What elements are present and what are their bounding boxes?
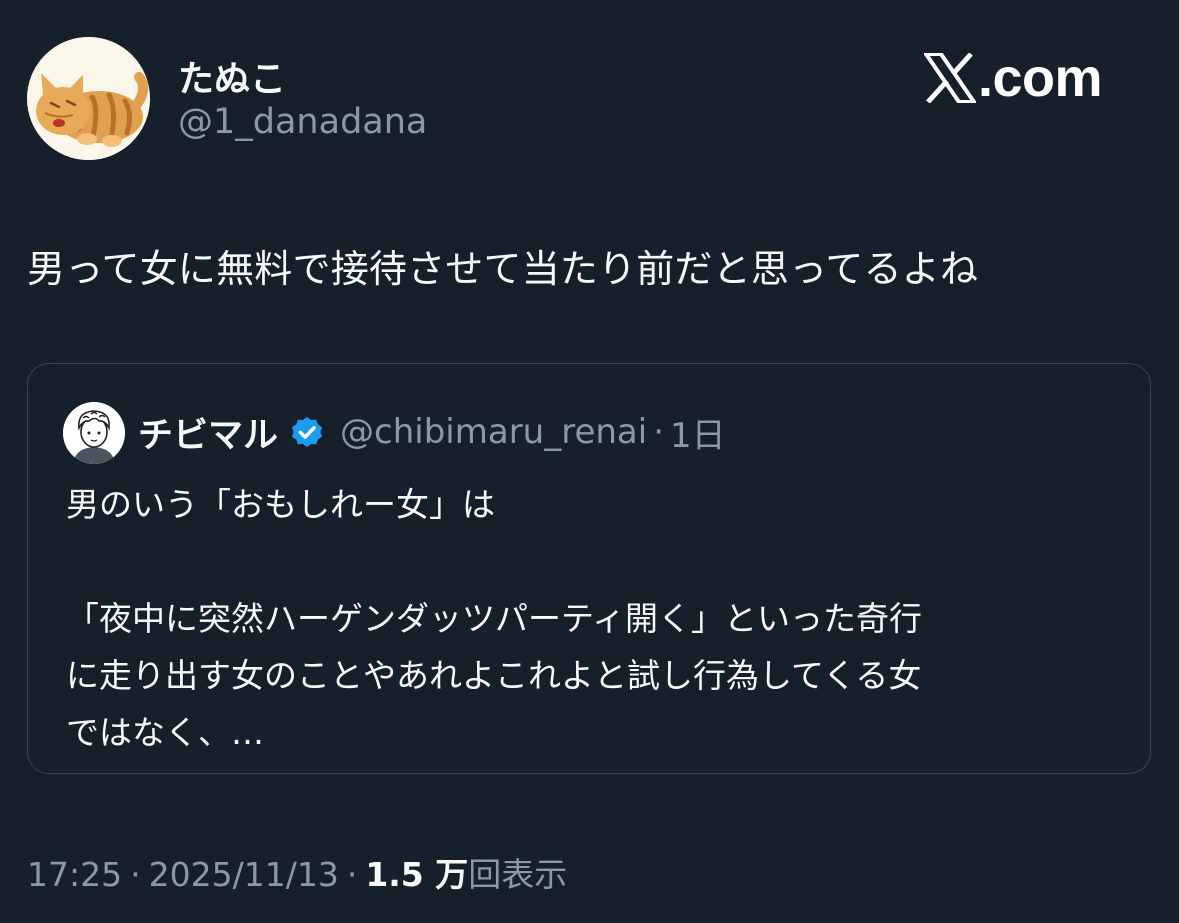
quote-timestamp[interactable]: 1日 — [670, 408, 726, 457]
quoted-tweet-card[interactable]: チビマル @chibimaru_renai · 1日 男のいう「おもしれー女」は… — [27, 363, 1151, 774]
quote-line: 男のいう「おもしれー女」は — [66, 485, 495, 524]
quote-header: チビマル @chibimaru_renai · 1日 — [138, 406, 726, 458]
quote-line: ではなく、… — [66, 713, 264, 752]
tweet-time[interactable]: 17:25 — [27, 855, 122, 894]
author-avatar[interactable] — [27, 37, 150, 160]
view-count: 1.5 万 — [365, 855, 469, 894]
view-count-label: 回表示 — [468, 855, 568, 894]
x-brand-watermark: .com — [924, 46, 1103, 110]
cat-avatar-icon — [27, 37, 150, 160]
quote-author-name[interactable]: チビマル — [138, 407, 278, 458]
cartoon-person-avatar-icon — [63, 402, 125, 464]
quote-line: 「夜中に突然ハーゲンダッツパーティ開く」といった奇行 — [66, 599, 923, 638]
verified-badge-icon — [291, 416, 323, 448]
quote-paragraph-gap — [66, 533, 1126, 590]
meta-separator: · — [130, 855, 141, 894]
tweet-text: 男って女に無料で接待させて当たり前だと思ってるよね — [27, 247, 979, 291]
tweet-date[interactable]: 2025/11/13 — [149, 855, 339, 894]
author-handle[interactable]: @1_danadana — [178, 102, 427, 142]
x-logo-icon — [924, 53, 976, 103]
quote-author-avatar[interactable] — [63, 402, 125, 464]
brand-domain-text: .com — [978, 48, 1103, 108]
quote-author-handle[interactable]: @chibimaru_renai — [340, 412, 647, 452]
quote-separator: · — [653, 412, 665, 452]
author-display-name[interactable]: たぬこ — [178, 50, 286, 102]
tweet-metadata: 17:25 · 2025/11/13 · 1.5 万回表示 — [27, 848, 567, 896]
quote-body: 男のいう「おもしれー女」は 「夜中に突然ハーゲンダッツパーティ開く」といった奇行… — [66, 476, 1126, 761]
quote-line: に走り出す女のことやあれよこれよと試し行為してくる女 — [66, 656, 922, 695]
meta-separator: · — [346, 855, 358, 894]
